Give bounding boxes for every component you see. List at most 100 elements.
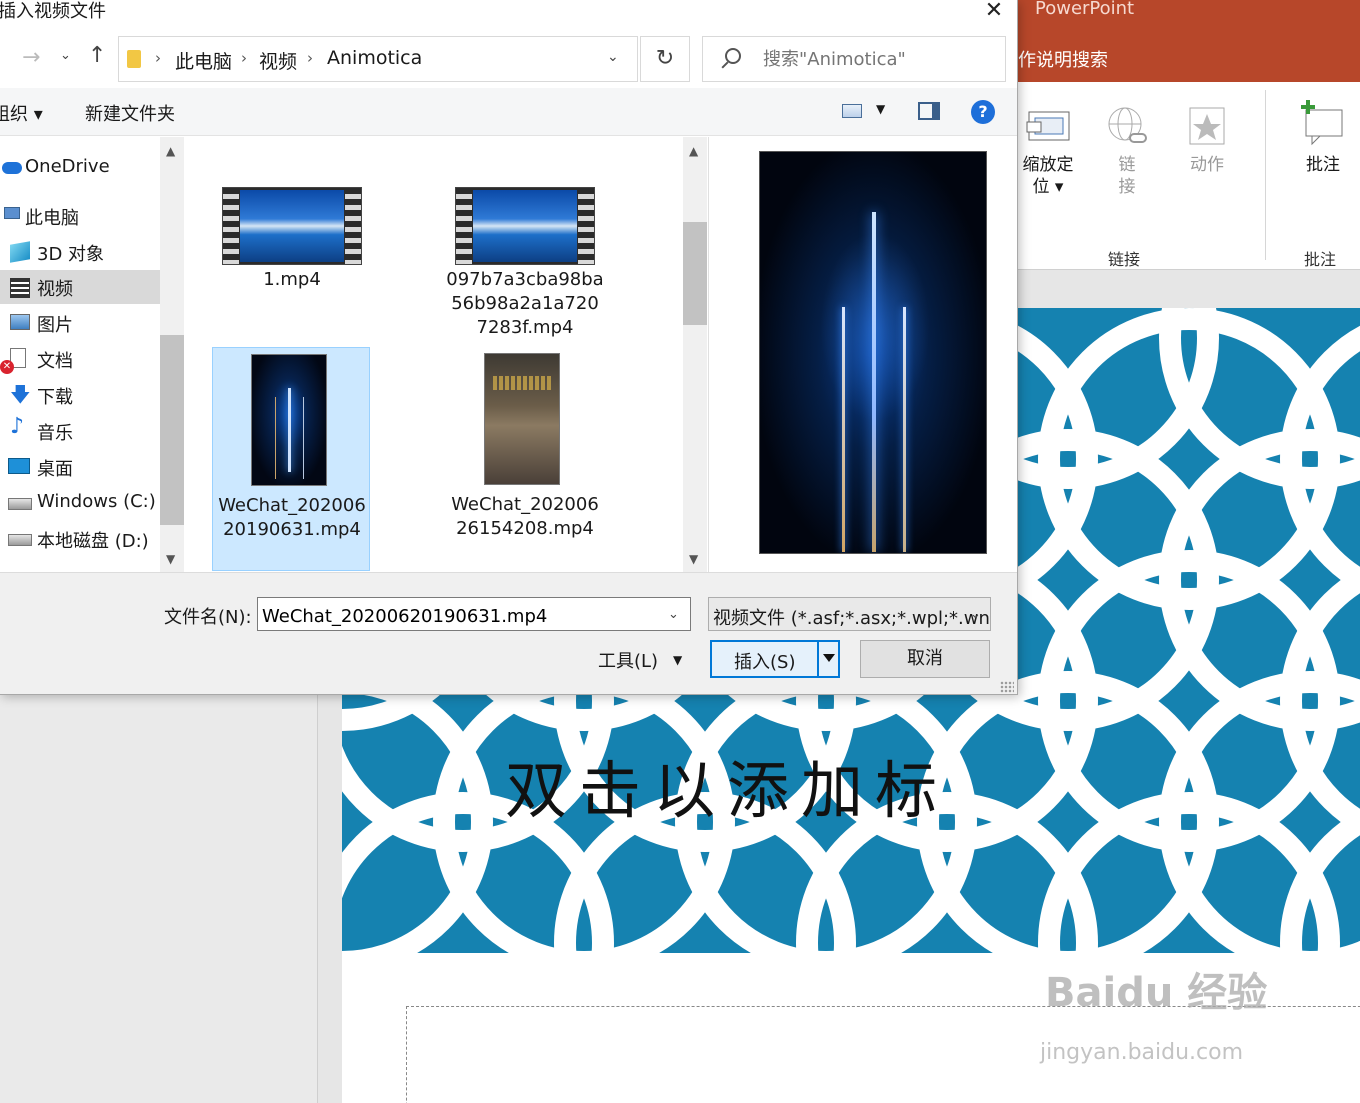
- nav-item-music[interactable]: ♪ 音乐: [0, 414, 160, 448]
- breadcrumb-videos[interactable]: 视频: [259, 47, 297, 74]
- cancel-button[interactable]: 取消: [860, 640, 990, 678]
- nav-item-downloads[interactable]: 🡇 下载: [0, 378, 160, 412]
- nav-item-label: 下载: [37, 387, 73, 408]
- nav-item-this-pc[interactable]: 此电脑: [0, 199, 160, 233]
- resize-grip-icon[interactable]: [1000, 681, 1014, 693]
- address-bar[interactable]: › 此电脑 › 视频 › Animotica ⌄: [118, 36, 638, 82]
- picture-icon: [10, 314, 30, 330]
- refresh-button[interactable]: ↻: [640, 36, 690, 82]
- nav-item-videos[interactable]: 视频: [0, 270, 160, 304]
- up-arrow-icon[interactable]: ↑: [88, 43, 106, 68]
- comment-label: 批注: [1306, 155, 1340, 175]
- slide-title-text[interactable]: 双击以添加标: [505, 740, 949, 830]
- tools-button[interactable]: 工具(L): [598, 647, 658, 673]
- nav-item-label: 3D 对象: [37, 244, 105, 265]
- breadcrumb-animotica[interactable]: Animotica: [327, 47, 422, 69]
- zoom-button[interactable]: 缩放定 位 ▾: [1020, 106, 1076, 198]
- zoom-label: 缩放定 位 ▾: [1022, 155, 1074, 197]
- scroll-down-arrow-icon[interactable]: ▼: [689, 552, 698, 566]
- tell-me-search[interactable]: 作说明搜索: [1018, 46, 1108, 72]
- comment-button[interactable]: 批注: [1294, 98, 1352, 176]
- search-box[interactable]: [702, 36, 1006, 82]
- nav-item-label: 视频: [37, 279, 73, 300]
- nav-item-onedrive[interactable]: OneDrive: [0, 151, 160, 185]
- breadcrumb-this-pc[interactable]: 此电脑: [175, 47, 232, 74]
- desktop-icon: [8, 458, 30, 474]
- ribbon-divider: [1265, 90, 1266, 260]
- new-folder-button[interactable]: 新建文件夹: [85, 100, 175, 126]
- file-name: 097b7a3cba98ba56b98a2a1a7207283f.mp4: [446, 269, 604, 338]
- nav-scrollbar-thumb[interactable]: [160, 335, 184, 525]
- file-item[interactable]: 1.mp4: [213, 182, 371, 342]
- nav-item-pictures[interactable]: 图片: [0, 306, 160, 340]
- chevron-down-icon[interactable]: ⌄: [607, 49, 619, 65]
- nav-item-label: 此电脑: [25, 208, 79, 229]
- ribbon-gap: [1018, 270, 1360, 308]
- action-label: 动作: [1190, 155, 1224, 175]
- search-input[interactable]: [763, 49, 993, 70]
- video-thumbnail: [484, 353, 560, 485]
- tools-dropdown-icon[interactable]: ▼: [673, 653, 682, 667]
- group-label-links: 链接: [1108, 250, 1141, 269]
- watermark-url: jingyan.baidu.com: [1040, 1040, 1244, 1065]
- breadcrumb-separator: ›: [241, 49, 247, 67]
- insert-options-dropdown-icon[interactable]: [817, 642, 838, 676]
- scroll-down-arrow-icon[interactable]: ▼: [166, 552, 175, 566]
- zoom-icon: [1025, 106, 1071, 148]
- nav-item-documents[interactable]: ✕ 文档: [0, 342, 160, 376]
- drive-icon: [8, 534, 32, 546]
- action-button[interactable]: 动作: [1180, 106, 1234, 176]
- view-dropdown-icon[interactable]: ▼: [876, 102, 885, 116]
- filename-label: 文件名(N):: [164, 607, 252, 628]
- file-name: 1.mp4: [263, 269, 321, 290]
- comment-icon: [1300, 98, 1346, 148]
- filename-input[interactable]: [257, 597, 691, 631]
- file-item[interactable]: 097b7a3cba98ba56b98a2a1a7207283f.mp4: [446, 182, 604, 342]
- nav-item-label: 桌面: [37, 459, 73, 480]
- insert-button[interactable]: 插入(S): [710, 640, 840, 678]
- dialog-footer: 文件名(N): ⌄ 视频文件 (*.asf;*.asx;*.wpl;*.wn ⌄…: [0, 572, 1017, 694]
- cube-icon: [10, 241, 30, 263]
- nav-item-desktop[interactable]: 桌面: [0, 450, 160, 484]
- breadcrumb-separator: ›: [307, 49, 313, 67]
- nav-item-drive-d[interactable]: 本地磁盘 (D:): [0, 522, 160, 556]
- close-button[interactable]: ✕: [972, 0, 1016, 23]
- command-bar: 组织 ▾ 新建文件夹 ▼ ?: [0, 88, 1017, 136]
- folder-icon: [127, 50, 141, 68]
- nav-item-drive-c[interactable]: Windows (C:): [0, 486, 160, 520]
- chevron-down-icon[interactable]: ⌄: [970, 607, 981, 622]
- computer-icon: [4, 207, 20, 219]
- file-item-selected[interactable]: WeChat_20200620190631.mp4: [212, 347, 370, 571]
- help-icon[interactable]: ?: [971, 100, 995, 124]
- insert-video-dialog: 插入视频文件 ✕ → ⌄ ↑ › 此电脑 › 视频 › Animotica ⌄ …: [0, 0, 1018, 695]
- nav-item-3d-objects[interactable]: 3D 对象: [0, 235, 160, 269]
- watermark: Baidu 经验: [1045, 970, 1268, 1016]
- scroll-up-arrow-icon[interactable]: ▲: [689, 144, 698, 158]
- file-item[interactable]: WeChat_20200626154208.mp4: [446, 347, 604, 571]
- group-label-comments: 批注: [1304, 250, 1337, 269]
- file-scrollbar-thumb[interactable]: [683, 222, 707, 325]
- nav-item-label: 图片: [37, 315, 73, 336]
- nav-item-label: 本地磁盘 (D:): [37, 531, 149, 552]
- forward-arrow-icon[interactable]: →: [22, 45, 40, 70]
- link-icon: [1104, 106, 1150, 148]
- recent-locations-chevron-icon[interactable]: ⌄: [60, 48, 71, 63]
- video-thumbnail: [455, 187, 595, 265]
- chevron-down-icon[interactable]: ⌄: [668, 607, 679, 622]
- scroll-up-arrow-icon[interactable]: ▲: [166, 144, 175, 158]
- slide-thumbnail-pane[interactable]: [0, 695, 318, 1103]
- canvas-margin: [319, 695, 342, 1103]
- file-scrollbar[interactable]: [683, 137, 707, 572]
- app-title: PowerPoint: [1035, 0, 1135, 19]
- filetype-select[interactable]: 视频文件 (*.asf;*.asx;*.wpl;*.wn: [708, 597, 991, 631]
- organize-button[interactable]: 组织 ▾: [0, 100, 43, 126]
- link-label: 链 接: [1118, 155, 1136, 197]
- drive-icon: [8, 498, 32, 510]
- nav-item-label: Windows (C:): [37, 491, 156, 512]
- nav-item-label: 音乐: [37, 423, 73, 444]
- preview-pane-icon[interactable]: [918, 102, 940, 120]
- nav-item-label: OneDrive: [25, 156, 110, 177]
- link-button[interactable]: 链 接: [1100, 106, 1154, 198]
- view-options-icon[interactable]: [842, 104, 862, 118]
- download-icon: 🡇: [10, 382, 31, 406]
